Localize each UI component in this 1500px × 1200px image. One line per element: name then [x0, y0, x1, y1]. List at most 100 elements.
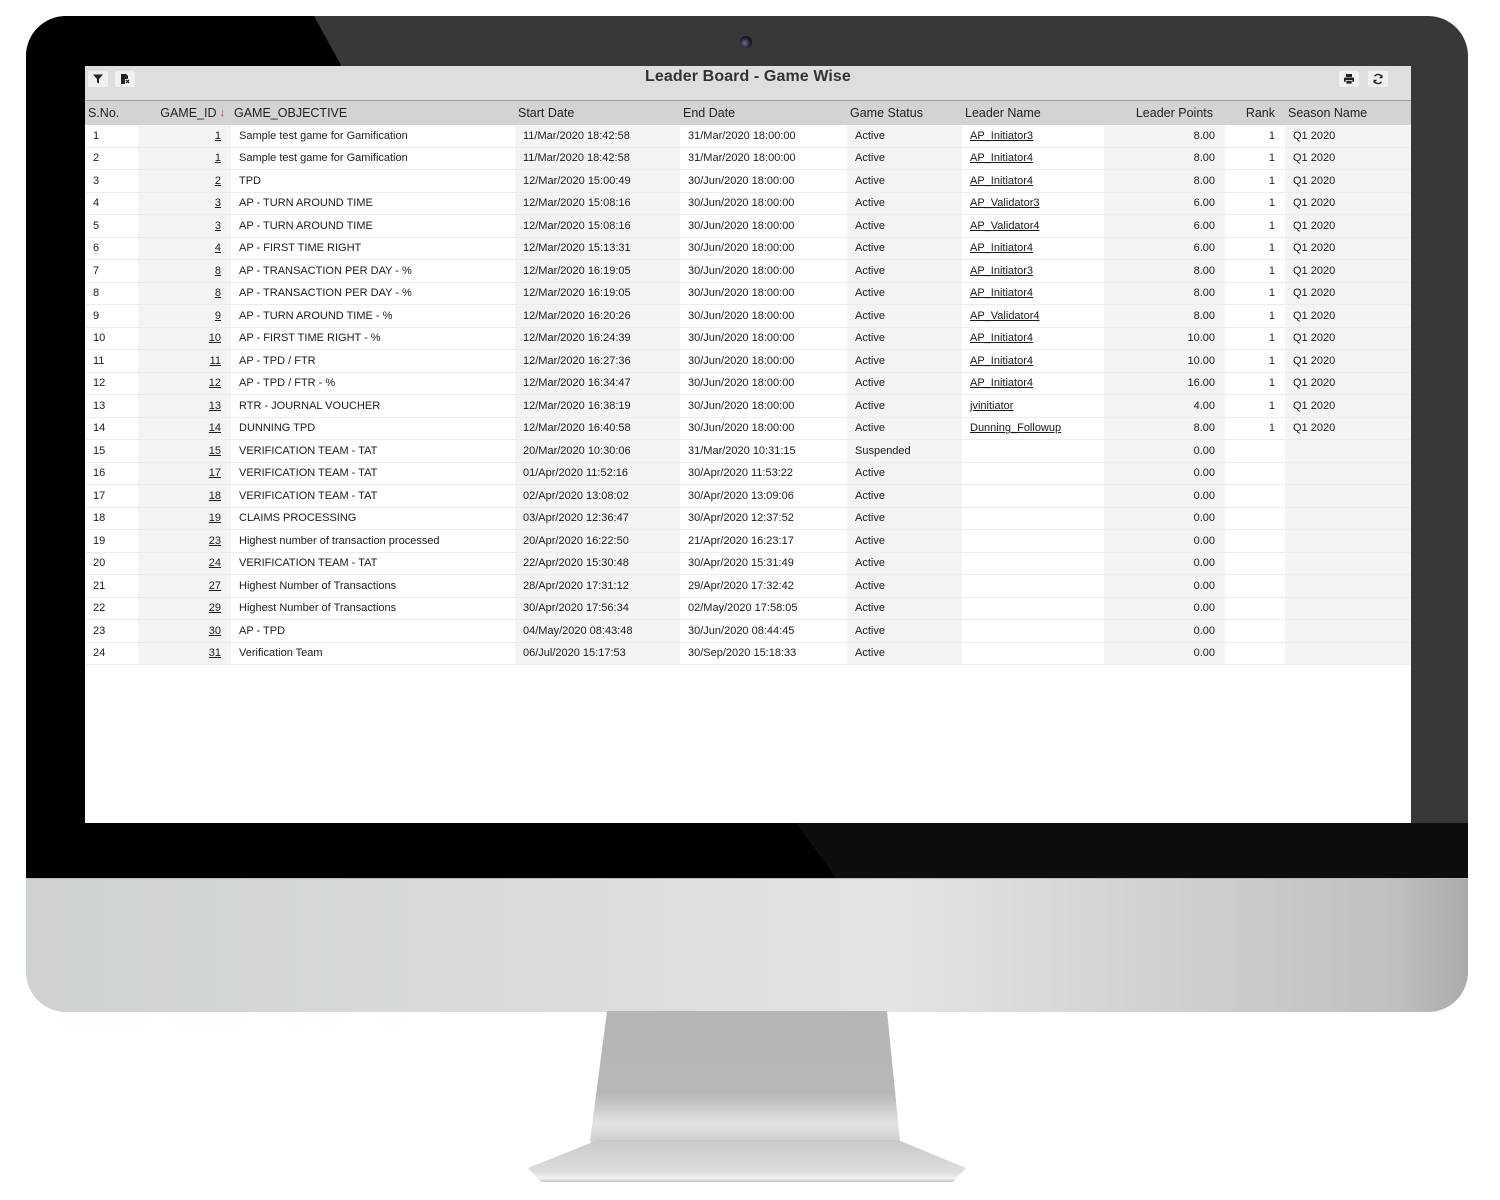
table-row[interactable]: 3 2 TPD 12/Mar/2020 15:00:49 30/Jun/2020… [85, 170, 1411, 193]
game-id-link[interactable]: 11 [210, 355, 221, 367]
table-row[interactable]: 20 24 VERIFICATION TEAM - TAT 22/Apr/202… [85, 552, 1411, 575]
column-header-game-id[interactable]: GAME_ID ↓ [138, 101, 231, 125]
cell-game-objective: VERIFICATION TEAM - TAT [239, 467, 378, 480]
cell-leader-name: AP_Initiator4 [962, 350, 1104, 372]
game-id-link[interactable]: 29 [209, 602, 221, 614]
table-body: 1 1 Sample test game for Gamification 11… [85, 125, 1411, 665]
leader-name-link[interactable]: AP_Initiator4 [970, 332, 1033, 344]
print-button[interactable] [1339, 71, 1359, 87]
cell-game-id: 1 [138, 125, 231, 147]
game-id-link[interactable]: 30 [209, 625, 221, 637]
filter-icon [93, 74, 103, 84]
leader-name-link[interactable]: jvinitiator [970, 400, 1013, 412]
game-id-link[interactable]: 1 [215, 130, 221, 142]
cell-season-name [1285, 642, 1411, 664]
cell-rank: 1 [1268, 174, 1275, 187]
game-id-link[interactable]: 27 [209, 580, 221, 592]
cell-game-status: Active [847, 170, 962, 192]
column-header-game-status[interactable]: Game Status [847, 101, 962, 125]
table-row[interactable]: 9 9 AP - TURN AROUND TIME - % 12/Mar/202… [85, 305, 1411, 328]
table-row[interactable]: 17 18 VERIFICATION TEAM - TAT 02/Apr/202… [85, 485, 1411, 508]
table-row[interactable]: 23 30 AP - TPD 04/May/2020 08:43:48 30/J… [85, 620, 1411, 643]
game-id-link[interactable]: 23 [209, 535, 221, 547]
cell-game-objective: RTR - JOURNAL VOUCHER [239, 399, 381, 412]
cell-leader-points: 6.00 [1104, 215, 1225, 237]
table-row[interactable]: 24 31 Verification Team 06/Jul/2020 15:1… [85, 642, 1411, 665]
leader-name-link[interactable]: AP_Initiator4 [970, 287, 1033, 299]
game-id-link[interactable]: 19 [209, 512, 221, 524]
cell-rank: 1 [1268, 129, 1275, 142]
cell-game-status: Active [847, 350, 962, 372]
table-row[interactable]: 15 15 VERIFICATION TEAM - TAT 20/Mar/202… [85, 440, 1411, 463]
leader-name-link[interactable]: AP_Initiator3 [970, 265, 1033, 277]
game-id-link[interactable]: 14 [209, 422, 221, 434]
table-row[interactable]: 11 11 AP - TPD / FTR 12/Mar/2020 16:27:3… [85, 350, 1411, 373]
game-id-link[interactable]: 13 [209, 400, 221, 412]
game-id-link[interactable]: 4 [215, 242, 221, 254]
column-header-game-objective[interactable]: GAME_OBJECTIVE [231, 101, 515, 125]
export-button[interactable] [115, 71, 135, 87]
game-id-link[interactable]: 15 [209, 445, 221, 457]
cell-sno: 12 [93, 377, 106, 390]
cell-game-status: Active [847, 417, 962, 439]
column-header-end-date[interactable]: End Date [680, 101, 847, 125]
game-id-link[interactable]: 3 [215, 220, 221, 232]
table-row[interactable]: 16 17 VERIFICATION TEAM - TAT 01/Apr/202… [85, 462, 1411, 485]
game-id-link[interactable]: 8 [215, 287, 221, 299]
column-header-season-name[interactable]: Season Name [1285, 101, 1411, 125]
cell-sno: 24 [93, 647, 106, 660]
cell-game-status: Active [847, 507, 962, 529]
table-row[interactable]: 7 8 AP - TRANSACTION PER DAY - % 12/Mar/… [85, 260, 1411, 283]
table-row[interactable]: 18 19 CLAIMS PROCESSING 03/Apr/2020 12:3… [85, 507, 1411, 530]
game-id-link[interactable]: 10 [209, 332, 221, 344]
cell-start-date: 12/Mar/2020 15:00:49 [515, 170, 680, 192]
table-row[interactable]: 10 10 AP - FIRST TIME RIGHT - % 12/Mar/2… [85, 327, 1411, 350]
leader-name-link[interactable]: AP_Initiator4 [970, 242, 1033, 254]
game-id-link[interactable]: 3 [215, 197, 221, 209]
table-row[interactable]: 19 23 Highest number of transaction proc… [85, 530, 1411, 553]
column-header-sno[interactable]: S.No. [85, 101, 138, 125]
game-id-link[interactable]: 12 [209, 377, 221, 389]
column-header-leader-name[interactable]: Leader Name [962, 101, 1104, 125]
table-row[interactable]: 22 29 Highest Number of Transactions 30/… [85, 597, 1411, 620]
cell-leader-points: 6.00 [1104, 192, 1225, 214]
cell-game-id: 8 [138, 282, 231, 304]
cell-rank: 1 [1268, 332, 1275, 345]
leader-name-link[interactable]: AP_Initiator4 [970, 152, 1033, 164]
table-row[interactable]: 4 3 AP - TURN AROUND TIME 12/Mar/2020 15… [85, 192, 1411, 215]
column-header-rank[interactable]: Rank [1225, 101, 1285, 125]
leader-name-link[interactable]: AP_Initiator4 [970, 175, 1033, 187]
game-id-link[interactable]: 18 [209, 490, 221, 502]
game-id-link[interactable]: 9 [215, 310, 221, 322]
leader-name-link[interactable]: AP_Validator4 [970, 310, 1040, 322]
table-row[interactable]: 21 27 Highest Number of Transactions 28/… [85, 575, 1411, 598]
table-row[interactable]: 14 14 DUNNING TPD 12/Mar/2020 16:40:58 3… [85, 417, 1411, 440]
game-id-link[interactable]: 8 [215, 265, 221, 277]
table-row[interactable]: 5 3 AP - TURN AROUND TIME 12/Mar/2020 15… [85, 215, 1411, 238]
toolbar: Leader Board - Game Wise [85, 66, 1411, 101]
column-header-start-date[interactable]: Start Date [515, 101, 680, 125]
cell-rank: 1 [1268, 399, 1275, 412]
column-header-leader-points[interactable]: Leader Points [1104, 101, 1225, 125]
game-id-link[interactable]: 31 [209, 647, 221, 659]
leader-name-link[interactable]: AP_Validator4 [970, 220, 1040, 232]
leader-name-link[interactable]: AP_Initiator4 [970, 377, 1033, 389]
refresh-button[interactable] [1368, 71, 1388, 87]
cell-end-date: 30/Apr/2020 12:37:52 [688, 512, 794, 525]
leader-name-link[interactable]: AP_Initiator4 [970, 355, 1033, 367]
table-row[interactable]: 2 1 Sample test game for Gamification 11… [85, 147, 1411, 170]
filter-button[interactable] [88, 71, 108, 87]
leader-name-link[interactable]: AP_Validator3 [970, 197, 1040, 209]
game-id-link[interactable]: 17 [209, 467, 221, 479]
table-row[interactable]: 1 1 Sample test game for Gamification 11… [85, 125, 1411, 148]
cell-leader-name: AP_Initiator4 [962, 170, 1104, 192]
table-row[interactable]: 12 12 AP - TPD / FTR - % 12/Mar/2020 16:… [85, 372, 1411, 395]
game-id-link[interactable]: 2 [215, 175, 221, 187]
game-id-link[interactable]: 1 [215, 152, 221, 164]
table-row[interactable]: 8 8 AP - TRANSACTION PER DAY - % 12/Mar/… [85, 282, 1411, 305]
table-row[interactable]: 13 13 RTR - JOURNAL VOUCHER 12/Mar/2020 … [85, 395, 1411, 418]
game-id-link[interactable]: 24 [209, 557, 221, 569]
table-row[interactable]: 6 4 AP - FIRST TIME RIGHT 12/Mar/2020 15… [85, 237, 1411, 260]
leader-name-link[interactable]: AP_Initiator3 [970, 130, 1033, 142]
leader-name-link[interactable]: Dunning_Followup [970, 422, 1061, 434]
